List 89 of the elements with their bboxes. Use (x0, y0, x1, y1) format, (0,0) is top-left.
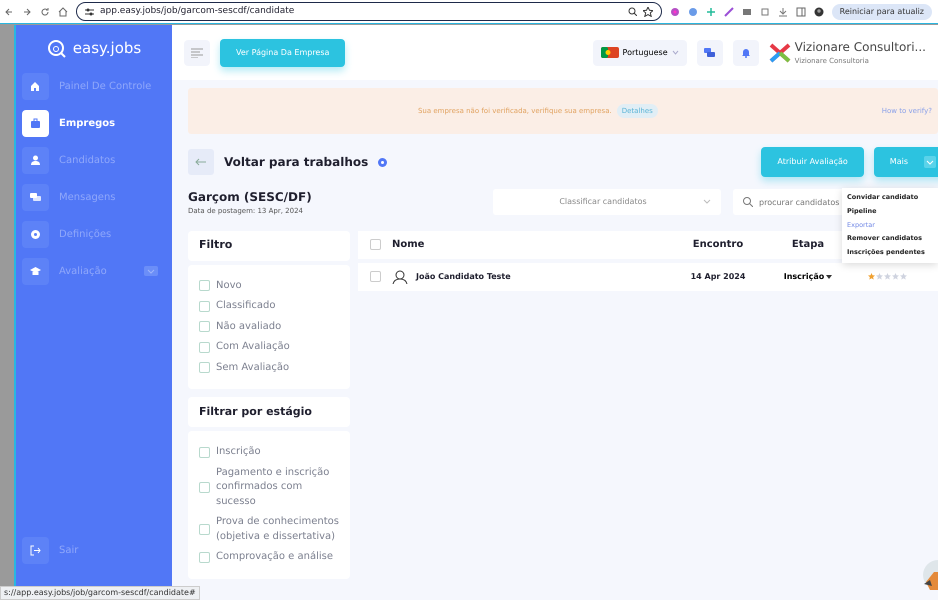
checkbox[interactable] (199, 482, 210, 493)
more-button[interactable]: Mais (874, 147, 938, 177)
url-text: app.easy.jobs/job/garcom-sescdf/candidate (100, 4, 296, 18)
person-icon (30, 154, 41, 166)
checkbox[interactable] (199, 446, 210, 458)
reload-icon[interactable] (40, 6, 50, 16)
row-checkbox[interactable] (370, 271, 380, 282)
filter-label: Sem Avaliação (216, 360, 290, 374)
checkbox[interactable] (199, 362, 210, 374)
menu-icon (191, 48, 203, 58)
logout-icon (30, 544, 41, 556)
filter-label: Comprovação e análise (216, 550, 334, 564)
bookmark-star-icon[interactable] (642, 6, 653, 16)
column-header: Nome (392, 238, 424, 252)
back-link-text[interactable]: Voltar para trabalhos (224, 153, 368, 171)
profile-icon[interactable] (814, 6, 824, 16)
home-icon[interactable] (58, 6, 68, 16)
checkbox[interactable] (199, 552, 210, 563)
checkbox[interactable] (199, 342, 210, 353)
bell-icon (740, 47, 751, 58)
restart-button[interactable]: Reiniciar para atualiz (832, 4, 932, 20)
column-header: Encontro (692, 239, 744, 250)
filter-option[interactable]: Prova de conhecimentos (objetiva e dissertativa) (188, 515, 350, 544)
portugal-flag-icon (600, 47, 619, 58)
logo-text: easy.jobs (72, 38, 142, 60)
filter-label: Classificado (216, 299, 276, 313)
menu-button[interactable] (184, 40, 210, 66)
filter-option[interactable]: Com Avaliação (188, 340, 350, 354)
avatar-icon (392, 270, 408, 284)
chevron-down-icon (672, 50, 679, 55)
filter-label: Com Avaliação (216, 340, 290, 354)
messages-button[interactable] (696, 40, 723, 66)
checkbox[interactable] (199, 524, 210, 535)
circle-icon[interactable] (670, 6, 680, 16)
company-logo-icon (768, 42, 791, 62)
download-icon[interactable] (778, 6, 788, 16)
filter-title: Filtro (188, 230, 350, 260)
assign-rating-button[interactable]: Atribuir Avaliação (761, 147, 864, 177)
filter-option[interactable]: Comprovação e análise (188, 550, 350, 564)
filter-label: Inscrição (216, 445, 261, 459)
company-name: Vizionare Consultori... (794, 39, 926, 56)
zoom-icon[interactable] (628, 7, 637, 16)
filter-label: Não avaliado (216, 320, 282, 334)
chat-icon (704, 48, 716, 58)
select-all-checkbox[interactable] (370, 239, 380, 250)
screen-icon[interactable] (742, 6, 752, 16)
candidate-name[interactable]: João Candidato Teste (416, 270, 511, 282)
arrow-left-icon (195, 158, 207, 166)
filter-label: Novo (216, 278, 242, 292)
address-bar[interactable]: app.easy.jobs/job/garcom-sescdf/candidate (76, 2, 662, 21)
chevron-down-icon (924, 156, 936, 168)
filter-label: Prova de conhecimentos (objetiva e dissertativa) (216, 515, 339, 544)
chevron-down-icon (703, 199, 711, 206)
search-icon (743, 197, 753, 208)
filter-option[interactable]: Classificado (188, 299, 350, 314)
settings-icon (30, 228, 41, 240)
caret-icon (826, 275, 832, 280)
status-url: s://app.easy.jobs/job/garcom-sescdf/candidate# (0, 586, 200, 600)
forward-icon[interactable] (22, 6, 32, 16)
checkbox[interactable] (199, 321, 210, 332)
filter-label: Pagamento e inscrição confirmados com sucesso (216, 466, 330, 508)
filter-option[interactable]: Sem Avaliação (188, 360, 350, 375)
briefcase-icon (30, 118, 41, 128)
logo-icon (46, 38, 67, 58)
plus-icon[interactable] (706, 6, 716, 16)
filter-option[interactable]: Pagamento e inscrição confirmados com sucesso (188, 466, 350, 509)
home-icon (30, 80, 41, 92)
column-header: Etapa (792, 239, 824, 250)
graduation-cap-icon (30, 266, 41, 276)
sort-select[interactable]: Classificar candidatos (493, 189, 721, 216)
site-settings-icon[interactable] (85, 8, 94, 16)
help-icon (378, 158, 388, 166)
checkbox[interactable] (199, 280, 210, 292)
filter-title: Filtrar por estágio (188, 397, 350, 427)
filter-option[interactable]: Inscrição (188, 445, 350, 460)
side-panel-icon[interactable] (796, 6, 806, 16)
date-cell: 14 Apr 2024 (690, 272, 746, 282)
filter-option[interactable]: Novo (188, 278, 350, 293)
company-page-button[interactable]: Ver Página Da Empresa (220, 38, 346, 66)
stage-dropdown[interactable]: Inscrição (784, 271, 832, 284)
chat-icon (30, 192, 41, 202)
back-icon[interactable] (4, 6, 14, 16)
notification-button[interactable] (732, 40, 759, 66)
pen-icon[interactable] (724, 6, 734, 16)
filter-option[interactable]: Não avaliado (188, 320, 350, 334)
language-select[interactable]: Portuguese (592, 40, 687, 66)
job-title: Garçom (SESC/DF) (188, 189, 313, 206)
sidebar-item[interactable]: Empregos (22, 109, 166, 137)
checkbox[interactable] (199, 300, 210, 312)
